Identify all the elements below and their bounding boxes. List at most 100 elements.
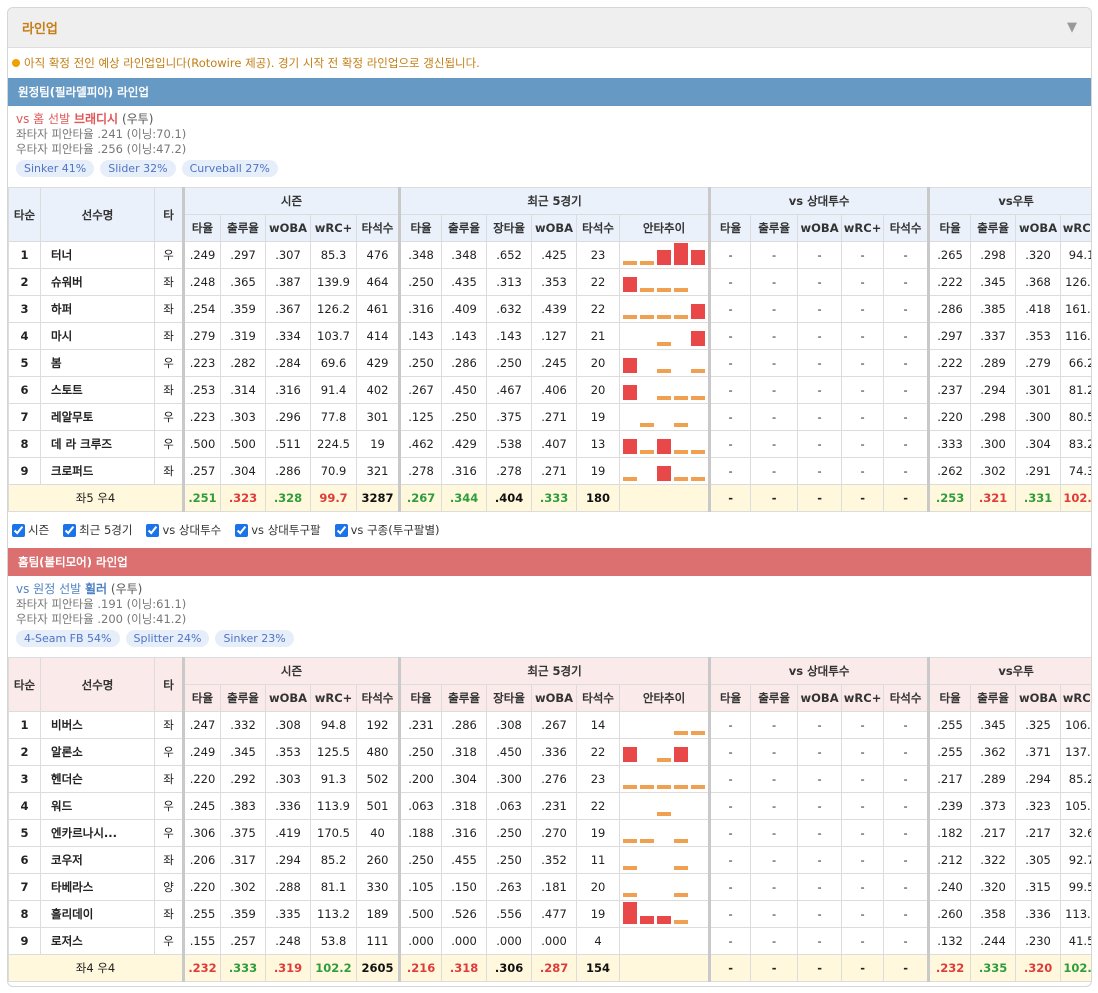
col-avg: 타율 bbox=[927, 214, 972, 242]
vs-hand-stat: .297 bbox=[927, 322, 972, 350]
season-stat: 113.9 bbox=[310, 792, 357, 820]
vs-pitcher-stat: - bbox=[883, 322, 930, 350]
filter-recent5-checkbox[interactable] bbox=[63, 523, 77, 537]
recent-stat: .263 bbox=[486, 873, 533, 901]
player-row: 8 홀리데이 좌 .255.359.335 113.2 189.500.526.556.4… bbox=[8, 900, 1091, 928]
recent-stat: .143 bbox=[398, 322, 443, 350]
player-name[interactable]: 봄 bbox=[40, 349, 155, 377]
col-obp: 출루율 bbox=[220, 684, 266, 712]
collapse-triangle-icon[interactable]: ▼ bbox=[1067, 20, 1077, 35]
vs-hand-stat: .371 bbox=[1015, 738, 1062, 766]
vs-hand-stat: .182 bbox=[927, 819, 972, 847]
player-name[interactable]: 홀리데이 bbox=[40, 900, 155, 928]
filter-season-checkbox[interactable] bbox=[12, 523, 25, 537]
col-wrc: wRC+ bbox=[841, 684, 885, 712]
col-avg: 타율 bbox=[927, 684, 972, 712]
filter-vs-hand[interactable]: vs 상대투구팔 bbox=[235, 522, 321, 538]
vs-hand-stat: 105.0 bbox=[1060, 792, 1091, 820]
hit-trend-chart bbox=[619, 738, 711, 766]
recent-stat: .455 bbox=[441, 846, 488, 874]
batting-order: 3 bbox=[8, 295, 41, 323]
vs-hand-stat: .373 bbox=[970, 792, 1017, 820]
season-stat: .345 bbox=[220, 738, 266, 766]
vs-pitcher-stat: - bbox=[750, 403, 799, 431]
bat-hand: 좌 bbox=[154, 765, 184, 793]
player-name[interactable]: 알론소 bbox=[40, 738, 155, 766]
hit-trend-bars bbox=[623, 794, 705, 816]
season-stat: 480 bbox=[355, 738, 401, 766]
group-vs-hand: vs우투 bbox=[927, 657, 1091, 685]
panel-header[interactable]: 라인업 ▼ bbox=[8, 8, 1091, 48]
vs-pitcher-stat: - bbox=[883, 819, 930, 847]
vs-pitcher-stat: - bbox=[841, 268, 885, 296]
hit-trend-chart bbox=[619, 430, 711, 458]
player-name[interactable]: 슈워버 bbox=[40, 268, 155, 296]
player-name[interactable]: 마시 bbox=[40, 322, 155, 350]
vs-hand-stat: .302 bbox=[970, 457, 1017, 485]
zero-hit-bar bbox=[674, 315, 689, 319]
filter-vs-hand-checkbox[interactable] bbox=[235, 523, 249, 537]
zero-hit-bar bbox=[674, 731, 689, 735]
player-name[interactable]: 터너 bbox=[40, 241, 155, 269]
season-total: .323 bbox=[220, 484, 266, 512]
away-lineup-table: 타순 선수명 타 시즌 최근 5경기 vs 상대투수 vs우투 타율 출루율 wOBA wRC+ 타석… bbox=[8, 187, 1091, 512]
season-stat: 139.9 bbox=[310, 268, 357, 296]
season-stat: 69.6 bbox=[310, 349, 357, 377]
bat-hand: 좌 bbox=[154, 846, 184, 874]
zero-hit-bar bbox=[623, 866, 638, 870]
player-name[interactable]: 비버스 bbox=[40, 711, 155, 739]
bat-hand: 우 bbox=[154, 349, 184, 377]
player-name[interactable]: 하퍼 bbox=[40, 295, 155, 323]
home-opposing-pitcher-info: vs 원정 선발 휠러 (우투) 좌타자 피안타율 .191 (이닝:61.1)… bbox=[8, 576, 1091, 657]
season-stat: .319 bbox=[220, 322, 266, 350]
recent-stat: 19 bbox=[576, 403, 621, 431]
filter-vs-pitcher-checkbox[interactable] bbox=[146, 523, 160, 537]
recent-stat: 19 bbox=[576, 819, 621, 847]
vs-pitcher-total: - bbox=[797, 954, 843, 982]
player-name[interactable]: 로저스 bbox=[40, 927, 155, 955]
season-stat: .367 bbox=[265, 295, 311, 323]
vs-pitcher-stat: - bbox=[841, 738, 885, 766]
zero-hit-bar bbox=[674, 893, 689, 897]
vs-pitcher-stat: - bbox=[883, 873, 930, 901]
away-opposing-pitcher-name[interactable]: 브래디시 bbox=[74, 112, 118, 126]
vs-hand-stat: .230 bbox=[1015, 927, 1062, 955]
filter-vs-pitch-type[interactable]: vs 구종(투구팔별) bbox=[334, 522, 440, 538]
season-stat: .375 bbox=[220, 819, 266, 847]
group-vs-pitcher: vs 상대투수 bbox=[708, 187, 930, 215]
hit-bar bbox=[623, 747, 638, 762]
filter-season[interactable]: 시즌 bbox=[12, 522, 49, 538]
season-stat: .353 bbox=[265, 738, 311, 766]
vs-hand-stat: .325 bbox=[1015, 711, 1062, 739]
season-stat: 77.8 bbox=[310, 403, 357, 431]
player-name[interactable]: 코우저 bbox=[40, 846, 155, 874]
player-name[interactable]: 타베라스 bbox=[40, 873, 155, 901]
bat-hand: 우 bbox=[154, 403, 184, 431]
vs-pitcher-stat: - bbox=[883, 900, 930, 928]
home-opposing-pitcher-name[interactable]: 휠러 bbox=[85, 582, 107, 596]
filter-vs-pitcher[interactable]: vs 상대투수 bbox=[146, 522, 221, 538]
season-stat: .254 bbox=[182, 295, 221, 323]
player-name[interactable]: 스토트 bbox=[40, 376, 155, 404]
vs-hand-stat: .345 bbox=[970, 268, 1017, 296]
season-stat: .223 bbox=[182, 349, 221, 377]
vs-hand-stat: .368 bbox=[1015, 268, 1062, 296]
vs-pitcher-stat: - bbox=[883, 295, 930, 323]
vs-pitcher-total: - bbox=[797, 484, 843, 512]
zero-hit-bar bbox=[640, 785, 655, 789]
player-name[interactable]: 엔카르나시... bbox=[40, 819, 155, 847]
player-name[interactable]: 워드 bbox=[40, 792, 155, 820]
player-row: 3 하퍼 좌 .254.359.367 126.2 461.316.409.632.439… bbox=[8, 295, 1091, 323]
player-name[interactable]: 헨더슨 bbox=[40, 765, 155, 793]
player-name[interactable]: 레알무토 bbox=[40, 403, 155, 431]
season-stat: 126.2 bbox=[310, 295, 357, 323]
filter-recent5[interactable]: 최근 5경기 bbox=[63, 522, 132, 538]
recent-stat: 11 bbox=[576, 846, 621, 874]
vs-hand-total: .320 bbox=[1015, 954, 1062, 982]
vs-hand-stat: .255 bbox=[927, 738, 972, 766]
player-name[interactable]: 데 라 크루즈 bbox=[40, 430, 155, 458]
filter-vs-pitch-type-checkbox[interactable] bbox=[334, 523, 348, 537]
player-name[interactable]: 크로퍼드 bbox=[40, 457, 155, 485]
season-stat: .359 bbox=[220, 900, 266, 928]
season-stat: 70.9 bbox=[310, 457, 357, 485]
